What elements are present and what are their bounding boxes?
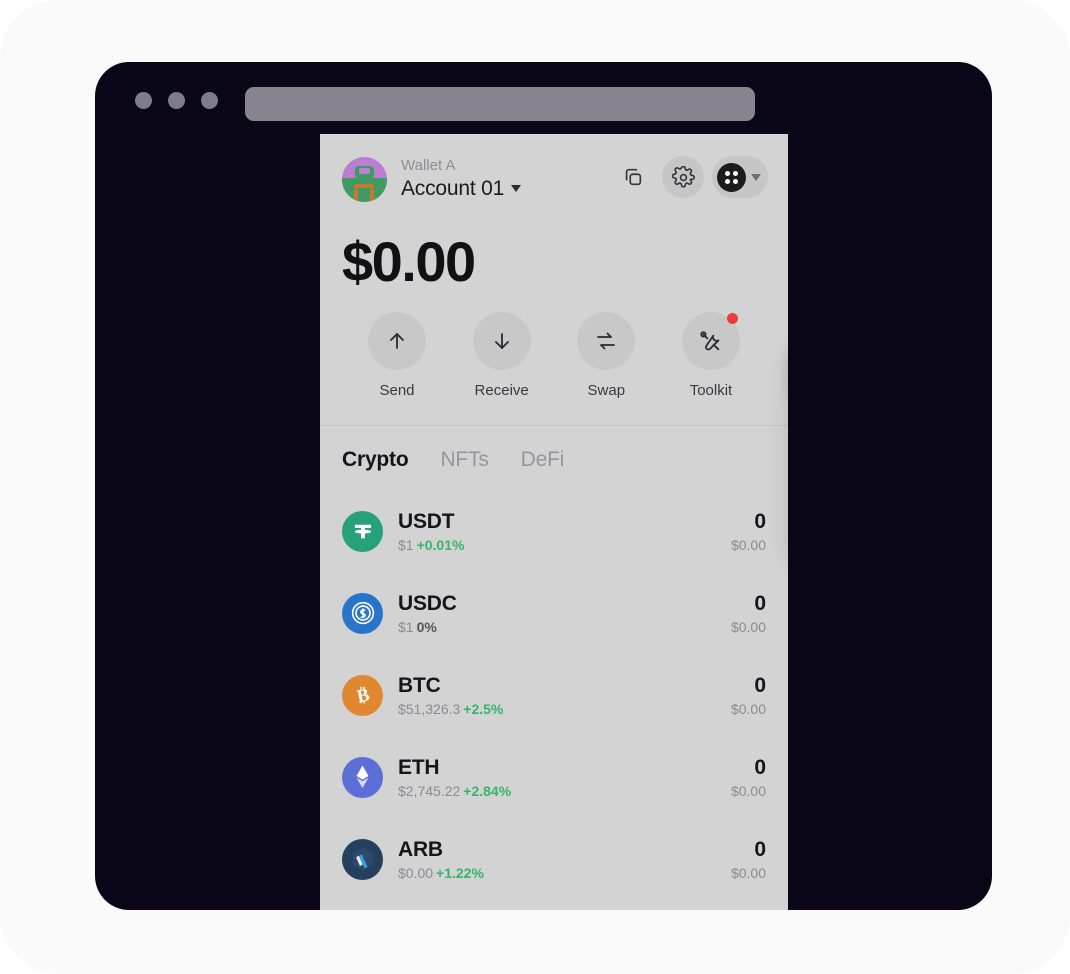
account-avatar[interactable] [342, 156, 387, 202]
token-symbol: USDT [398, 509, 455, 533]
wallet-label: Wallet A [401, 157, 456, 175]
receive-button[interactable]: Receive [465, 312, 539, 399]
token-change: +2.84% [463, 782, 512, 799]
token-info: USDC $1 0% [398, 592, 731, 635]
settings-button[interactable] [662, 156, 704, 198]
header-actions [612, 156, 768, 198]
table-row[interactable]: ARB $0.00 +1.22% 0 $0.00 [342, 818, 766, 900]
copy-icon [625, 168, 642, 186]
token-list: USDT $1 +0.01% 0 $0.00 USDC $1 0% 0 $0.0… [320, 472, 788, 900]
wallet-panel: Wallet A Account 01 $0.00 Send Receive S… [320, 134, 788, 910]
token-price-line: $51,326.3 +2.5% [398, 701, 731, 717]
receive-label: Receive [474, 382, 529, 400]
arrow-down-icon [494, 333, 509, 350]
token-info: USDT $1 +0.01% [398, 510, 731, 553]
toolkit-button-circle [681, 312, 740, 371]
token-change: +1.22% [436, 864, 484, 881]
token-amount: 0 [754, 591, 766, 615]
token-symbol: ARB [398, 837, 443, 861]
token-value: $0.00 [730, 618, 766, 635]
account-name: Account 01 [401, 176, 505, 200]
token-price-line: $1 0% [398, 619, 731, 635]
token-value: $0.00 [730, 536, 766, 553]
table-row[interactable]: B BTC $51,326.3 +2.5% 0 $0.00 [342, 654, 766, 736]
token-price-line: $0.00 +1.22% [398, 865, 731, 881]
tab-defi[interactable]: DeFi [521, 448, 565, 472]
token-price: $0.00 [398, 864, 434, 881]
token-amount: 0 [754, 673, 766, 697]
account-header: Wallet A Account 01 [320, 134, 788, 224]
toolkit-notification-badge [726, 313, 738, 325]
toolkit-button[interactable]: Toolkit [674, 312, 748, 399]
svg-text:B: B [355, 685, 371, 707]
token-symbol: BTC [398, 673, 441, 697]
table-row[interactable]: USDC $1 0% 0 $0.00 [342, 572, 766, 654]
token-info: ARB $0.00 +1.22% [398, 838, 731, 881]
token-price-line: $2,745.22 +2.84% [398, 783, 731, 799]
account-text: Wallet A Account 01 [401, 157, 522, 200]
address-bar-input[interactable] [245, 87, 755, 121]
btc-icon: B [342, 674, 383, 716]
token-price: $1 [398, 618, 414, 635]
token-price: $1 [398, 536, 414, 553]
token-amount: 0 [754, 509, 766, 533]
eth-icon [342, 756, 383, 798]
token-price: $2,745.22 [398, 782, 461, 799]
token-amount: 0 [754, 755, 766, 779]
arb-icon [342, 838, 383, 880]
browser-window: Wallet A Account 01 $0.00 Send Receive S… [95, 62, 992, 910]
quick-actions-row: Send Receive Swap Toolkit [320, 294, 788, 399]
token-change: +0.01% [416, 536, 465, 553]
token-symbol: ETH [398, 755, 440, 779]
apps-menu-button[interactable] [712, 156, 768, 198]
tools-icon [700, 331, 720, 351]
swap-label: Swap [587, 382, 626, 400]
token-value: $0.00 [730, 782, 766, 799]
token-amount: 0 [754, 837, 766, 861]
swap-icon [597, 332, 616, 350]
table-row[interactable]: ETH $2,745.22 +2.84% 0 $0.00 [342, 736, 766, 818]
tab-crypto[interactable]: Crypto [342, 448, 409, 472]
token-value: $0.00 [730, 700, 766, 717]
token-holdings: 0 $0.00 [731, 838, 766, 881]
apps-grid-icon [717, 162, 746, 192]
token-info: ETH $2,745.22 +2.84% [398, 756, 731, 799]
chevron-down-icon [751, 173, 761, 181]
maximize-window-button[interactable] [201, 92, 218, 109]
token-symbol: USDC [398, 591, 457, 615]
token-price: $51,326.3 [398, 700, 461, 717]
token-change: 0% [416, 618, 437, 635]
toolkit-label: Toolkit [689, 382, 733, 400]
minimize-window-button[interactable] [168, 92, 185, 109]
gear-icon [671, 165, 695, 188]
send-label: Send [379, 382, 415, 400]
total-balance: $0.00 [342, 230, 476, 293]
asset-tabs: Crypto NFTs DeFi [320, 426, 788, 472]
browser-titlebar [95, 62, 992, 134]
token-holdings: 0 $0.00 [731, 756, 766, 799]
token-info: BTC $51,326.3 +2.5% [398, 674, 731, 717]
traffic-light-buttons[interactable] [135, 92, 218, 109]
token-value: $0.00 [730, 864, 766, 881]
copy-address-button[interactable] [612, 156, 654, 198]
token-holdings: 0 $0.00 [731, 674, 766, 717]
token-holdings: 0 $0.00 [731, 510, 766, 553]
account-selector[interactable]: Account 01 [401, 176, 522, 200]
token-change: +2.5% [463, 700, 504, 717]
receive-button-circle [472, 312, 531, 371]
usdc-icon [342, 592, 383, 634]
arrow-up-icon [390, 333, 404, 350]
send-button-circle [368, 312, 426, 371]
page-canvas: Wallet A Account 01 $0.00 Send Receive S… [0, 0, 1070, 974]
token-holdings: 0 $0.00 [731, 592, 766, 635]
send-button[interactable]: Send [360, 312, 434, 399]
chevron-down-icon [511, 184, 522, 192]
swap-button[interactable]: Swap [569, 312, 643, 399]
usdt-icon [342, 510, 383, 552]
tab-nfts[interactable]: NFTs [440, 448, 488, 472]
swap-button-circle [577, 312, 636, 371]
table-row[interactable]: USDT $1 +0.01% 0 $0.00 [342, 490, 766, 572]
close-window-button[interactable] [135, 92, 152, 109]
token-price-line: $1 +0.01% [398, 537, 731, 553]
